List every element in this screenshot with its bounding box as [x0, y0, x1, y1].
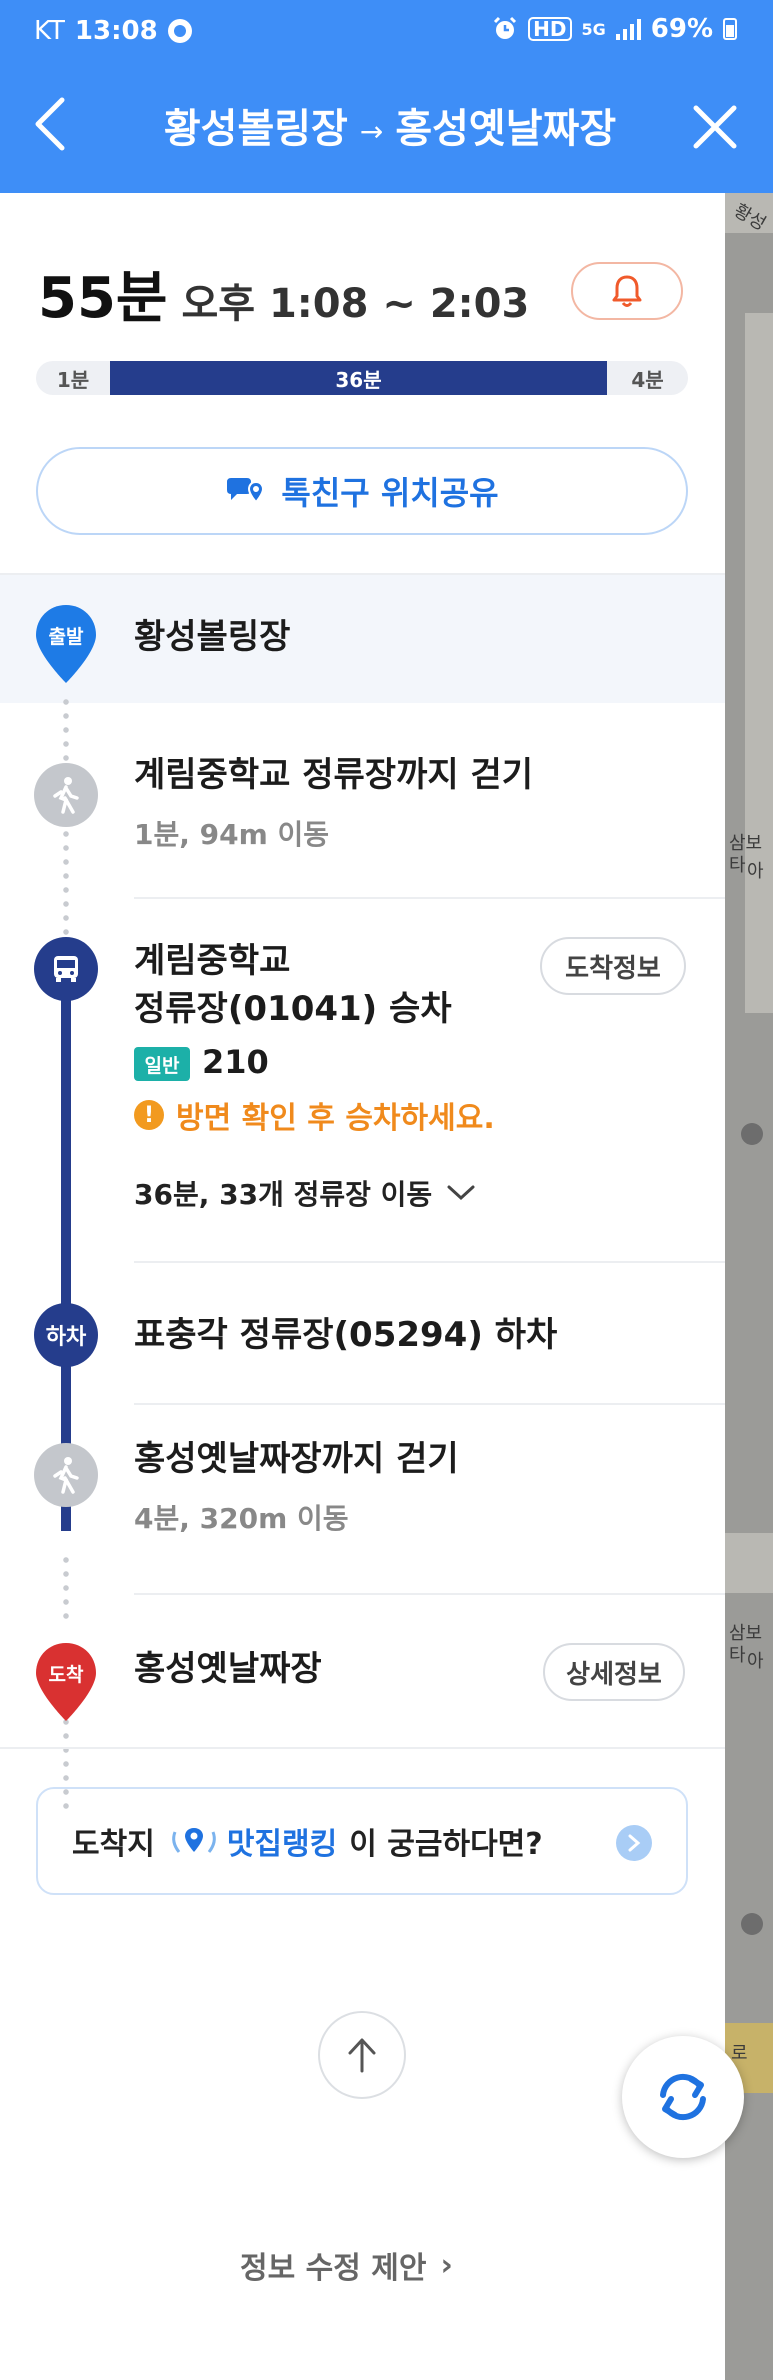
- route-title: 황성볼링장 → 홍성옛날짜장: [110, 96, 670, 154]
- ranking-laurel-icon: [172, 1828, 216, 1853]
- status-bar: KT 13:08 HD 5G 69%: [0, 0, 773, 66]
- arrival-info-button[interactable]: 도착정보: [540, 937, 686, 995]
- promo-prefix: 도착지: [72, 1827, 155, 1862]
- map-label: 아: [747, 1651, 764, 1672]
- close-icon[interactable]: [690, 102, 740, 152]
- route-arrow: →: [359, 114, 384, 148]
- arrow-up-icon: [348, 2038, 376, 2073]
- suggest-edit-link[interactable]: 정보 수정 제안 ›: [240, 2243, 453, 2287]
- start-pin-label: 출발: [48, 625, 84, 648]
- battery-icon: [723, 18, 737, 40]
- detail-info-button[interactable]: 상세정보: [543, 1643, 685, 1701]
- divider: [134, 1593, 725, 1595]
- warning-text: 방면 확인 후 승차하세요.: [176, 1101, 495, 1136]
- route-summary: 55분 오후 1:08 ~ 2:03: [38, 253, 529, 334]
- walk-line: [63, 827, 69, 943]
- suggest-edit-label: 정보 수정 제안: [240, 2251, 427, 2286]
- alight-icon: 하차: [34, 1303, 98, 1367]
- walk-icon: [34, 763, 98, 827]
- board-title-line1: 계림중학교: [134, 941, 291, 981]
- stops-summary: 36분, 33개 정류장 이동: [134, 1178, 433, 1211]
- carrier-label: KT: [34, 16, 65, 46]
- map-view[interactable]: 황성 삼보타 아 삼보타 아 로: [725, 193, 773, 2380]
- divider: [0, 1747, 725, 1749]
- bell-icon: [612, 275, 642, 307]
- chevron-down-icon: [447, 1185, 475, 1201]
- divider: [134, 1261, 725, 1263]
- segment-walk-start: 1분: [56, 367, 90, 392]
- promo-brand: 맛집랭킹: [167, 1819, 337, 1863]
- hd-voice-icon: HD: [528, 17, 572, 41]
- destination-name: 홍성옛날짜장: [395, 106, 617, 152]
- time-range: 오후 1:08 ~ 2:03: [181, 281, 530, 327]
- end-pin-label: 도착: [48, 1663, 84, 1686]
- walk2-title: 홍성옛날짜장까지 걷기: [134, 1439, 459, 1479]
- bus-number: 210: [202, 1043, 269, 1081]
- alarm-icon: [494, 16, 517, 39]
- top-bar: KT 13:08 HD 5G 69% 황성볼링장 → 홍성옛날짜장: [0, 0, 773, 193]
- start-pin-icon: 출발: [34, 603, 98, 685]
- divider: [134, 897, 725, 899]
- location-share-icon: [227, 478, 265, 504]
- alight-label: 하차: [45, 1325, 87, 1350]
- map-poi-icon: [741, 1123, 763, 1145]
- total-time: 55분: [38, 266, 168, 331]
- map-label: 아: [747, 861, 764, 882]
- bus-icon: [34, 937, 98, 1001]
- walk1-detail: 1분, 94m 이동: [134, 818, 330, 851]
- map-label: 로: [731, 2043, 748, 2064]
- route-panel: 55분 오후 1:08 ~ 2:03 1분 36분 4분 톡친구 위치공유 출발…: [0, 193, 725, 2380]
- stops-expand-toggle[interactable]: 36분, 33개 정류장 이동: [134, 1173, 476, 1213]
- walk-line: [63, 1553, 69, 1623]
- bus-type-badge: 일반: [134, 1047, 190, 1081]
- arrival-alarm-button[interactable]: [571, 262, 683, 320]
- end-pin-icon: 도착: [34, 1641, 98, 1723]
- segment-bar: 1분 36분 4분: [36, 361, 688, 395]
- walk2-detail: 4분, 320m 이동: [134, 1502, 349, 1535]
- divider: [134, 1403, 725, 1405]
- network-type: 5G: [581, 19, 606, 39]
- warning-icon: !: [134, 1100, 164, 1130]
- map-poi-icon: [741, 1913, 763, 1935]
- kakao-notification-icon: [167, 19, 192, 43]
- back-icon[interactable]: [28, 94, 72, 154]
- scroll-top-button[interactable]: [318, 2011, 406, 2099]
- share-location-label: 톡친구 위치공유: [281, 474, 499, 512]
- board-title: 계림중학교 정류장(01041) 승차: [134, 937, 452, 1033]
- signal-icon: [615, 18, 641, 40]
- chevron-right-icon: [616, 1825, 652, 1861]
- route-header: 황성볼링장 → 홍성옛날짜장: [0, 66, 773, 193]
- start-name: 황성볼링장: [134, 617, 291, 657]
- status-time: 13:08: [74, 16, 158, 46]
- start-row: [0, 575, 725, 703]
- promo-suffix: 이 궁금하다면?: [349, 1827, 543, 1862]
- boarding-warning: ! 방면 확인 후 승차하세요.: [134, 1093, 495, 1137]
- refresh-icon: [660, 2073, 706, 2121]
- origin-name: 황성볼링장: [163, 106, 348, 152]
- share-location-button[interactable]: 톡친구 위치공유: [36, 447, 688, 535]
- battery-percent: 69%: [650, 14, 713, 44]
- alight-title: 표충각 정류장(05294) 하차: [134, 1315, 558, 1355]
- walk-icon: [34, 1443, 98, 1507]
- board-title-line2: 정류장(01041) 승차: [134, 989, 452, 1029]
- walk1-title: 계림중학교 정류장까지 걷기: [134, 755, 534, 795]
- segment-bus: 36분: [110, 361, 607, 395]
- restaurant-ranking-banner[interactable]: 도착지 맛집랭킹 이 궁금하다면?: [36, 1787, 688, 1895]
- refresh-button[interactable]: [622, 2036, 744, 2158]
- end-name: 홍성옛날짜장: [134, 1649, 322, 1689]
- chevron-right-icon: ›: [440, 2247, 453, 2283]
- promo-brand-label: 맛집랭킹: [226, 1827, 338, 1862]
- walk-line: [63, 695, 69, 765]
- segment-walk-end: 4분: [631, 367, 664, 392]
